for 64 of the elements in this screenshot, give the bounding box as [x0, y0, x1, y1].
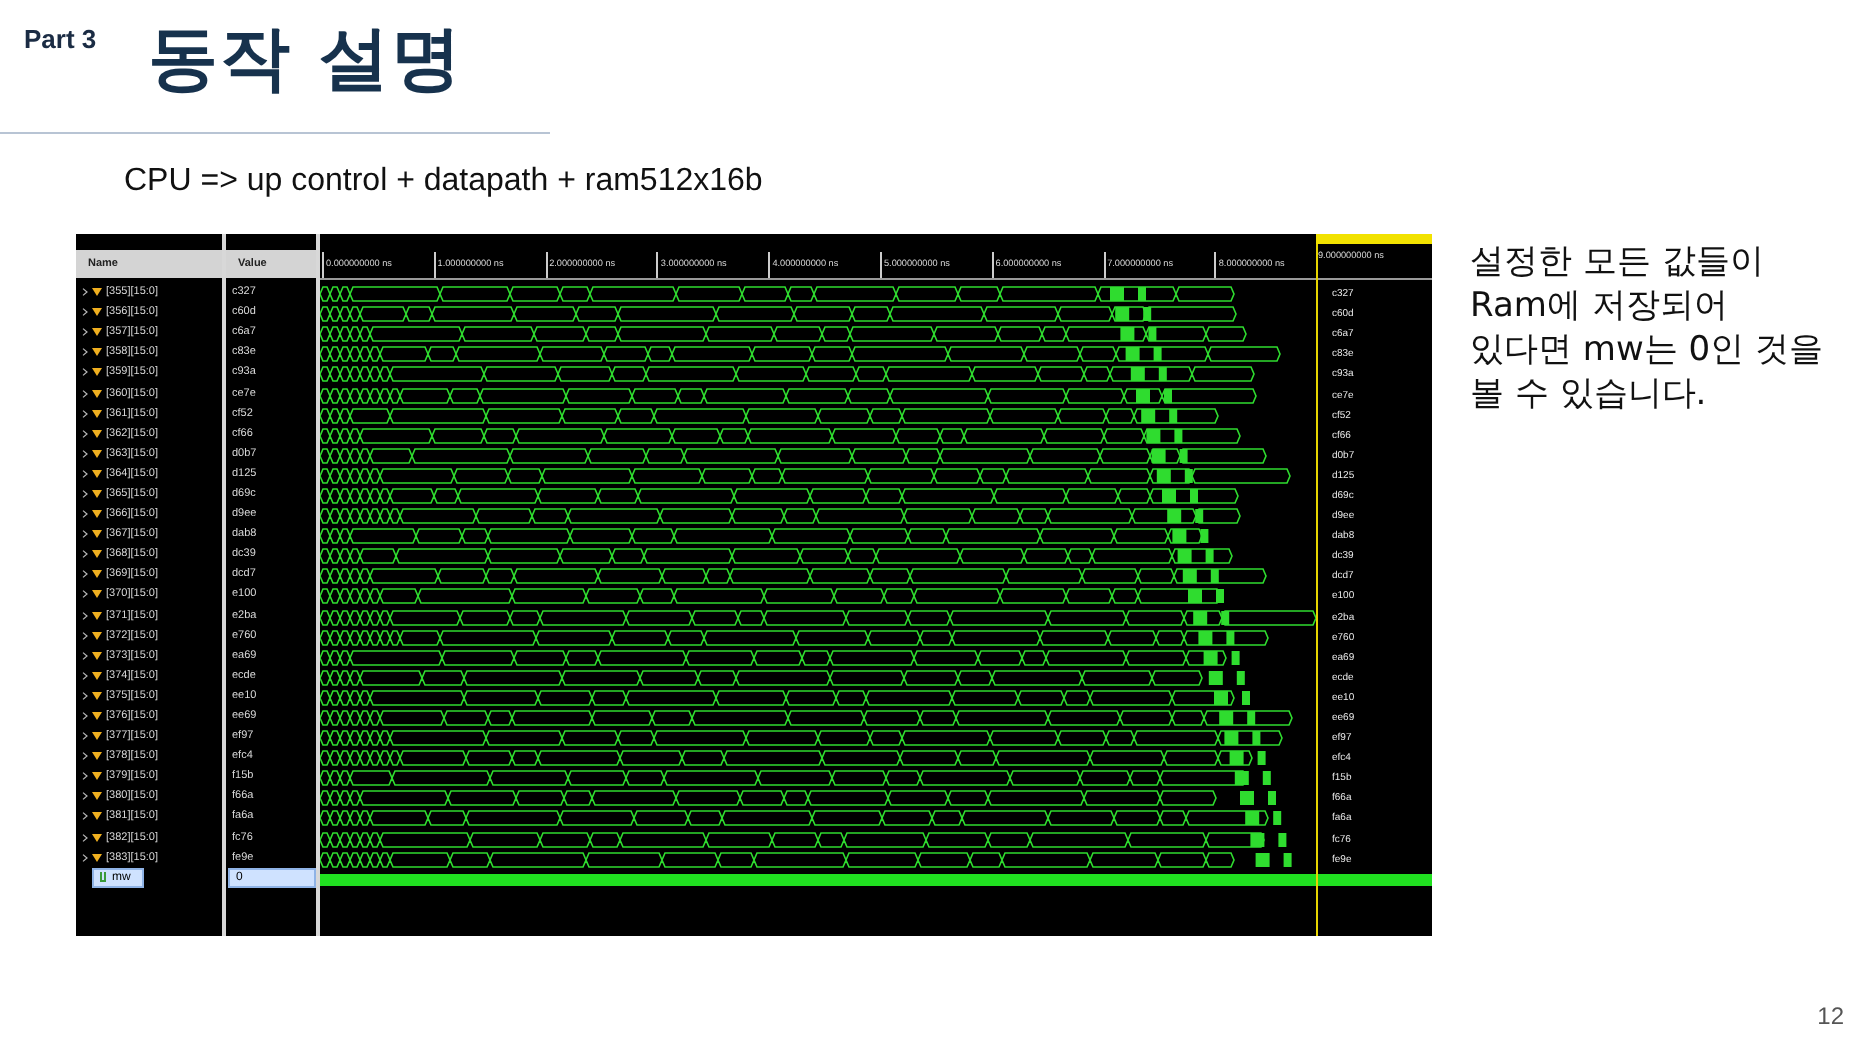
chevron-right-icon[interactable]	[82, 530, 88, 539]
bus-signal-icon	[92, 691, 102, 700]
chevron-right-icon[interactable]	[82, 833, 88, 842]
bus-signal-icon	[92, 671, 102, 680]
chevron-right-icon[interactable]	[82, 651, 88, 660]
bus-signal-icon	[92, 570, 102, 579]
bus-signal-icon	[92, 328, 102, 337]
chevron-right-icon[interactable]	[82, 732, 88, 741]
bus-signal-icon	[92, 429, 102, 438]
chevron-right-icon[interactable]	[82, 469, 88, 478]
bus-signal-icon	[92, 772, 102, 781]
bus-signal-icon	[92, 288, 102, 297]
bus-signal-icon	[92, 469, 102, 478]
bus-signal-icon	[92, 510, 102, 519]
chevron-right-icon[interactable]	[82, 409, 88, 418]
chevron-right-icon[interactable]	[82, 772, 88, 781]
slide-subtitle: CPU => up control + datapath + ram512x16b	[124, 164, 765, 200]
chevron-right-icon[interactable]	[82, 752, 88, 761]
bus-signal-icon	[92, 812, 102, 821]
chevron-right-icon[interactable]	[82, 792, 88, 801]
bus-signal-icon	[92, 308, 102, 317]
bus-signal-icon	[92, 732, 102, 741]
chevron-right-icon[interactable]	[82, 449, 88, 458]
page-number: 12	[1817, 1002, 1844, 1030]
bus-signal-icon	[92, 631, 102, 640]
chevron-right-icon[interactable]	[82, 510, 88, 519]
chevron-right-icon[interactable]	[82, 389, 88, 398]
chevron-right-icon[interactable]	[82, 328, 88, 337]
chevron-right-icon[interactable]	[82, 631, 88, 640]
chevron-right-icon[interactable]	[82, 489, 88, 498]
chevron-right-icon[interactable]	[82, 570, 88, 579]
part-label: Part 3	[24, 24, 97, 54]
chevron-right-icon[interactable]	[82, 712, 88, 721]
bus-signal-icon	[92, 611, 102, 620]
bit-signal-icon	[100, 872, 108, 883]
bus-signal-icon	[92, 530, 102, 539]
bus-signal-icon	[92, 752, 102, 761]
bus-signal-icon	[92, 348, 102, 357]
chevron-right-icon[interactable]	[82, 550, 88, 559]
chevron-right-icon[interactable]	[82, 691, 88, 700]
bus-signal-icon	[92, 590, 102, 599]
slide-title: 동작 설명	[148, 20, 463, 100]
description-text: 설정한 모든 값들이 Ram에 저장되어 있다면 mw는 0인 것을 볼 수 있습니다.	[1470, 240, 1825, 418]
bus-signal-icon	[92, 792, 102, 801]
bus-signal-icon	[92, 449, 102, 458]
bus-signal-icon	[92, 368, 102, 377]
chevron-right-icon[interactable]	[82, 812, 88, 821]
bus-signal-icon	[92, 853, 102, 862]
chevron-right-icon[interactable]	[82, 308, 88, 317]
bus-signal-icon	[92, 550, 102, 559]
chevron-right-icon[interactable]	[82, 853, 88, 862]
bus-signal-icon	[92, 489, 102, 498]
bus-signal-icon	[92, 833, 102, 842]
chevron-right-icon[interactable]	[82, 590, 88, 599]
bus-signal-icon	[92, 389, 102, 398]
chevron-right-icon[interactable]	[82, 348, 88, 357]
chevron-right-icon[interactable]	[82, 611, 88, 620]
bus-signal-icon	[92, 712, 102, 721]
bus-signal-icon	[92, 409, 102, 418]
bus-signal-icon	[92, 651, 102, 660]
chevron-right-icon[interactable]	[82, 368, 88, 377]
chevron-right-icon[interactable]	[82, 288, 88, 297]
chevron-right-icon[interactable]	[82, 671, 88, 680]
chevron-right-icon[interactable]	[82, 429, 88, 438]
